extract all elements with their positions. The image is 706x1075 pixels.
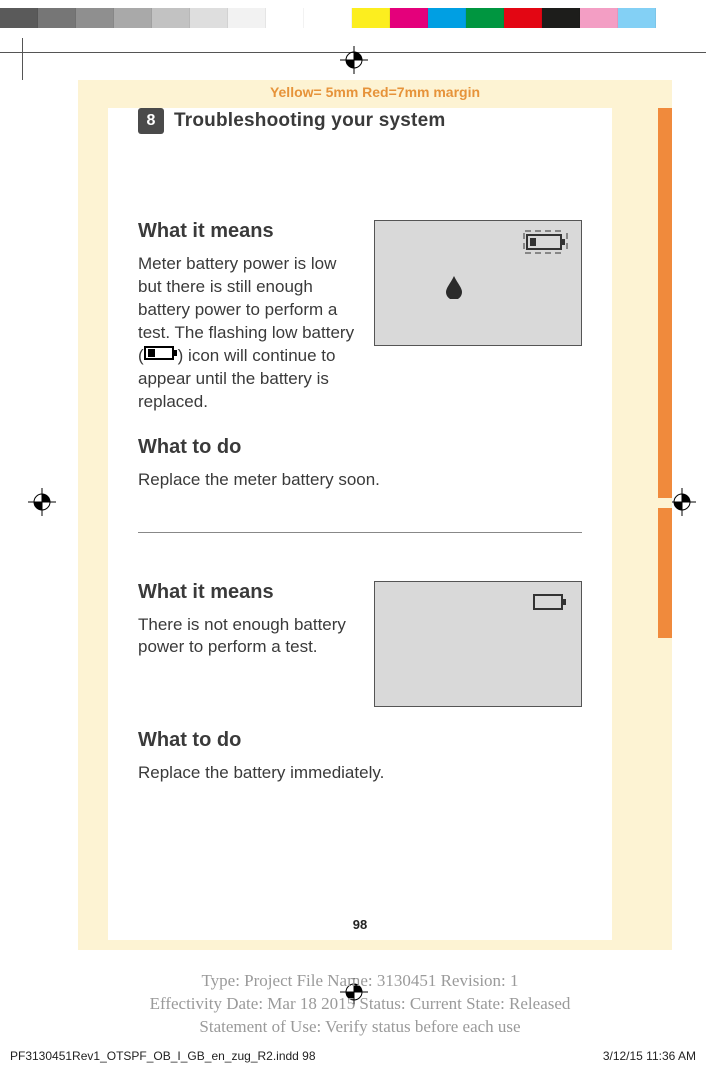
battery-low-icon — [144, 345, 178, 368]
meta-line: Effectivity Date: Mar 18 2015 Status: Cu… — [60, 993, 660, 1016]
page-content: 8 Troubleshooting your system What it me… — [108, 108, 612, 940]
heading-what-to-do: What to do — [138, 436, 582, 459]
color-swatch — [504, 8, 542, 28]
do-text: Replace the meter battery soon. — [138, 469, 582, 492]
heading-what-it-means: What it means — [138, 581, 356, 604]
do-text: Replace the battery immediately. — [138, 762, 582, 785]
slug-filename: PF3130451Rev1_OTSPF_OB_I_GB_en_zug_R2.in… — [10, 1049, 316, 1063]
proof-background: Yellow= 5mm Red=7mm margin 8 Troubleshoo… — [78, 80, 672, 950]
color-swatch — [266, 8, 304, 28]
color-swatch — [390, 8, 428, 28]
color-swatch — [580, 8, 618, 28]
color-swatch — [304, 8, 352, 28]
margin-note: Yellow= 5mm Red=7mm margin — [78, 80, 672, 100]
meta-line: Type: Project File Name: 3130451 Revisio… — [60, 970, 660, 993]
color-swatch — [542, 8, 580, 28]
means-text: There is not enough battery power to per… — [138, 614, 356, 660]
tab-marker — [658, 108, 672, 498]
meter-screen-illustration — [374, 220, 582, 346]
document-metadata: Type: Project File Name: 3130451 Revisio… — [60, 970, 660, 1039]
print-color-bars — [0, 8, 706, 28]
crop-rule-v — [22, 38, 23, 80]
color-swatch — [114, 8, 152, 28]
heading-what-to-do: What to do — [138, 729, 582, 752]
heading-what-it-means: What it means — [138, 220, 356, 243]
color-swatch — [428, 8, 466, 28]
color-swatch — [618, 8, 656, 28]
page-number: 98 — [108, 917, 612, 932]
tab-marker — [658, 508, 672, 638]
meta-line: Statement of Use: Verify status before e… — [60, 1016, 660, 1039]
color-swatch — [38, 8, 76, 28]
slug-timestamp: 3/12/15 11:36 AM — [603, 1049, 696, 1063]
registration-mark-icon — [340, 46, 368, 74]
registration-mark-icon — [668, 488, 696, 516]
color-swatch — [0, 8, 38, 28]
battery-flashing-icon — [523, 229, 573, 260]
color-swatch — [152, 8, 190, 28]
chapter-number-badge: 8 — [138, 108, 164, 134]
color-swatch — [76, 8, 114, 28]
indesign-slug: PF3130451Rev1_OTSPF_OB_I_GB_en_zug_R2.in… — [0, 1049, 706, 1063]
color-swatch — [190, 8, 228, 28]
battery-empty-icon — [533, 592, 569, 617]
means-text: Meter battery power is low but there is … — [138, 253, 356, 414]
registration-mark-icon — [28, 488, 56, 516]
blood-drop-icon — [445, 275, 463, 304]
section-divider — [138, 532, 582, 533]
meter-screen-illustration — [374, 581, 582, 707]
color-swatch — [466, 8, 504, 28]
chapter-title: Troubleshooting your system — [174, 110, 445, 132]
color-swatch — [352, 8, 390, 28]
color-swatch — [228, 8, 266, 28]
